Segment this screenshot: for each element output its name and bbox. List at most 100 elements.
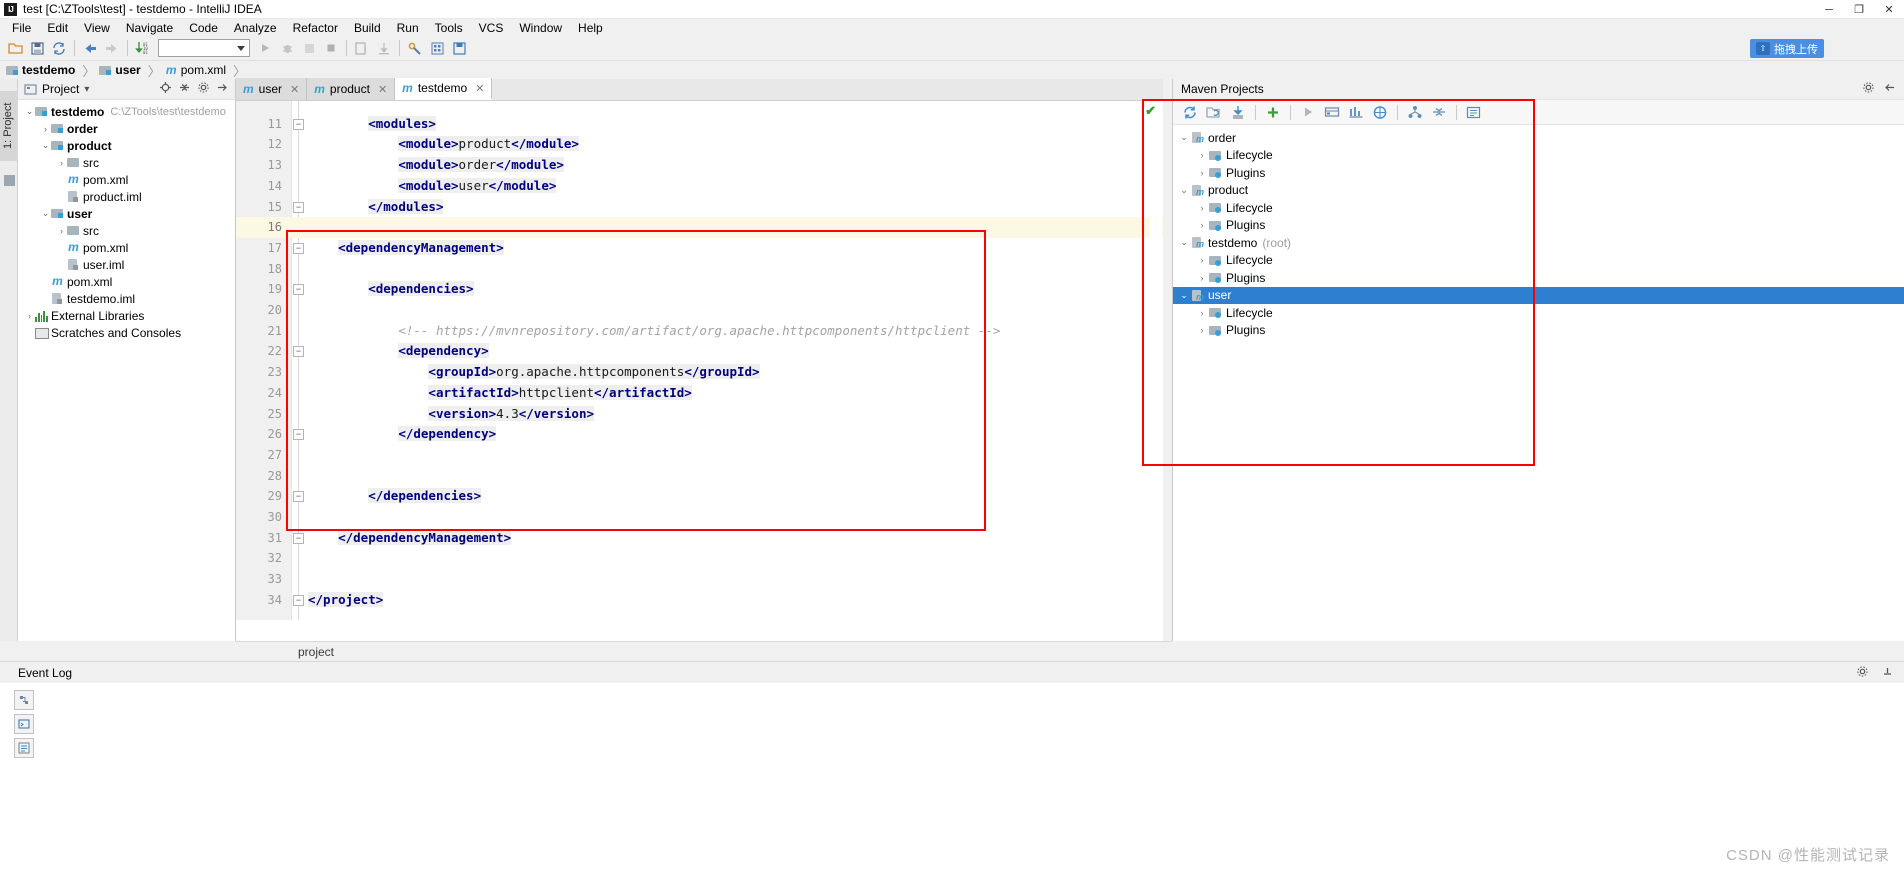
menu-item-analyze[interactable]: Analyze [226, 20, 285, 36]
menu-item-edit[interactable]: Edit [39, 20, 76, 36]
coverage-icon[interactable] [298, 37, 320, 59]
code-viewport[interactable]: 11− <modules> 12 <module>product</module>… [236, 101, 1172, 620]
download-sources-icon[interactable] [1227, 102, 1249, 123]
menu-item-file[interactable]: File [4, 20, 39, 36]
chevron-down-icon[interactable]: ⌄ [1177, 290, 1191, 301]
close-icon[interactable]: ✕ [290, 83, 299, 96]
fold-toggle-icon[interactable]: − [293, 346, 304, 358]
sync-icon[interactable] [48, 37, 70, 59]
menu-item-tools[interactable]: Tools [427, 20, 471, 36]
execute-goal-icon[interactable] [1369, 102, 1391, 123]
project-tree-row[interactable]: m pom.xml [18, 171, 235, 188]
chevron-down-icon[interactable]: ⌄ [24, 106, 35, 117]
project-tree-row[interactable]: m pom.xml [18, 239, 235, 256]
run-tool-icon[interactable] [14, 690, 34, 710]
menu-item-refactor[interactable]: Refactor [285, 20, 346, 36]
generate-sources-icon[interactable] [1203, 102, 1225, 123]
open-folder-icon[interactable] [4, 37, 26, 59]
gear-icon[interactable] [197, 81, 210, 97]
project-tree-row[interactable]: › External Libraries [18, 307, 235, 324]
close-icon[interactable]: ✕ [378, 83, 387, 96]
chevron-right-icon[interactable]: › [1195, 220, 1209, 230]
toggle-offline-icon[interactable] [1321, 102, 1343, 123]
skip-tests-icon[interactable] [1345, 102, 1367, 123]
project-tree-row[interactable]: › order [18, 120, 235, 137]
project-tree-row[interactable]: product.iml [18, 188, 235, 205]
chevron-down-icon[interactable]: ⌄ [40, 140, 51, 151]
fold-toggle-icon[interactable]: − [293, 118, 304, 130]
project-tree-row[interactable]: m pom.xml [18, 273, 235, 290]
upload-pill-button[interactable]: ⇧ 拖拽上传 [1750, 39, 1824, 58]
chevron-right-icon[interactable]: › [1195, 168, 1209, 178]
breadcrumb-item-pom-xml[interactable]: m pom.xml [165, 63, 229, 77]
breadcrumb-item-testdemo[interactable]: testdemo [6, 63, 78, 77]
editor-tab-testdemo[interactable]: m testdemo ✕ [395, 78, 493, 100]
maven-tree-row[interactable]: ⌄ product [1173, 182, 1904, 200]
maven-tree-row[interactable]: › Plugins [1173, 164, 1904, 182]
editor-tab-product[interactable]: m product ✕ [307, 78, 396, 100]
menu-item-run[interactable]: Run [389, 20, 427, 36]
save-all-icon[interactable] [26, 37, 48, 59]
run-button[interactable] [254, 37, 276, 59]
chevron-right-icon[interactable]: › [56, 158, 67, 168]
editor-tab-user[interactable]: m user ✕ [236, 78, 308, 100]
chevron-down-icon[interactable]: ⌄ [1177, 132, 1191, 143]
menu-item-vcs[interactable]: VCS [471, 20, 512, 36]
fold-toggle-icon[interactable]: − [293, 594, 304, 606]
save-icon[interactable] [448, 37, 470, 59]
project-tree-row[interactable]: ⌄ user [18, 205, 235, 222]
hide-icon[interactable] [216, 81, 229, 97]
project-tree-row[interactable]: ⌄ testdemo C:\ZTools\test\testdemo [18, 103, 235, 120]
add-maven-project-icon[interactable] [1262, 102, 1284, 123]
menu-item-view[interactable]: View [76, 20, 118, 36]
maven-tree-row[interactable]: › Lifecycle [1173, 252, 1904, 270]
collapse-all-icon[interactable] [178, 81, 191, 97]
commit-icon[interactable] [373, 37, 395, 59]
close-icon[interactable]: ✕ [475, 82, 484, 95]
chevron-right-icon[interactable]: › [1195, 273, 1209, 283]
chevron-down-icon[interactable]: ⌄ [1177, 237, 1191, 248]
gear-icon[interactable] [1862, 81, 1875, 97]
project-tree-row[interactable]: › src [18, 222, 235, 239]
chevron-right-icon[interactable]: › [1195, 150, 1209, 160]
maven-tree-row[interactable]: ⌄ testdemo (root) [1173, 234, 1904, 252]
menu-item-code[interactable]: Code [181, 20, 226, 36]
stop-button[interactable] [320, 37, 342, 59]
update-project-icon[interactable] [351, 37, 373, 59]
structure-icon[interactable] [4, 175, 15, 186]
forward-arrow-icon[interactable] [101, 37, 123, 59]
chevron-right-icon[interactable]: › [1195, 308, 1209, 318]
close-button[interactable]: ✕ [1874, 0, 1904, 19]
chevron-down-icon[interactable]: ⌄ [1177, 185, 1191, 196]
hide-icon[interactable] [1881, 665, 1894, 681]
chevron-right-icon[interactable]: › [40, 124, 51, 134]
inspection-strip[interactable]: ✔ [1145, 101, 1162, 620]
maven-tree-row[interactable]: › Plugins [1173, 217, 1904, 235]
fold-toggle-icon[interactable]: − [293, 429, 304, 441]
reimport-icon[interactable] [1179, 102, 1201, 123]
chevron-right-icon[interactable]: › [1195, 325, 1209, 335]
project-tree-row[interactable]: ⌄ product [18, 137, 235, 154]
settings-icon[interactable] [1463, 102, 1485, 123]
settings-wrench-icon[interactable] [404, 37, 426, 59]
fold-toggle-icon[interactable]: − [293, 532, 304, 544]
maven-tree-row[interactable]: › Lifecycle [1173, 147, 1904, 165]
structure-icon[interactable] [426, 37, 448, 59]
menu-item-build[interactable]: Build [346, 20, 389, 36]
gear-icon[interactable] [1856, 665, 1869, 681]
sidebar-tab-project[interactable]: 1: Project [0, 91, 18, 161]
terminal-tool-icon[interactable] [14, 714, 34, 734]
fold-toggle-icon[interactable]: − [293, 242, 304, 254]
menu-item-navigate[interactable]: Navigate [118, 20, 181, 36]
run-icon[interactable] [1297, 102, 1319, 123]
chevron-right-icon[interactable]: › [56, 226, 67, 236]
maven-tree-row[interactable]: ⌄ user [1173, 286, 1904, 304]
maven-tree-row[interactable]: › Plugins [1173, 269, 1904, 287]
menu-item-window[interactable]: Window [511, 20, 570, 36]
menu-item-help[interactable]: Help [570, 20, 611, 36]
fold-toggle-icon[interactable]: − [293, 284, 304, 296]
fold-toggle-icon[interactable]: − [293, 201, 304, 213]
hide-icon[interactable] [1883, 81, 1896, 97]
maven-tree-row[interactable]: › Lifecycle [1173, 199, 1904, 217]
compile-icon[interactable]: 01 10 01 [132, 37, 154, 59]
